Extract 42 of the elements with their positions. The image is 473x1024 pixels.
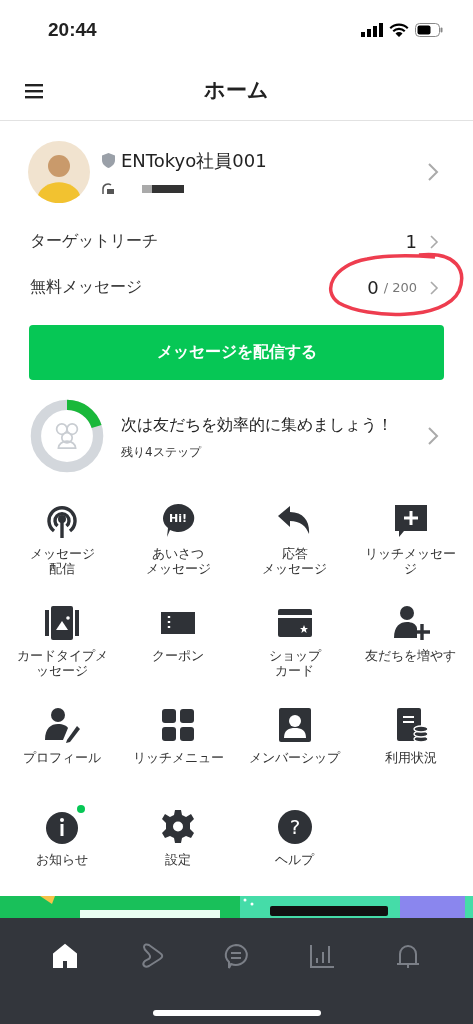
person-edit-icon[interactable]: [43, 706, 82, 744]
card-stack-icon[interactable]: [43, 604, 82, 642]
progress-steps: 残り4ステップ: [121, 443, 407, 461]
stat-value: 0: [367, 277, 379, 299]
menu-label[interactable]: リッチメニュー: [132, 750, 224, 765]
menu-label[interactable]: メッセージ: [262, 561, 328, 576]
id-icon: [102, 182, 116, 195]
menu-label[interactable]: メンバーシップ: [249, 750, 341, 765]
menu-label[interactable]: リッチメッセー: [365, 546, 457, 561]
menu-label[interactable]: 利用状況: [384, 750, 437, 765]
menu-label[interactable]: ッセージ: [36, 663, 89, 678]
stat-limit: / 200: [383, 280, 417, 296]
shield-icon: [102, 153, 115, 169]
menu-label[interactable]: メッセージ: [29, 546, 95, 561]
menu-label[interactable]: 応答: [281, 546, 308, 561]
battery-icon: [415, 23, 443, 38]
menu-label[interactable]: クーポン: [152, 648, 205, 663]
menu-label[interactable]: プロフィール: [23, 750, 102, 765]
menu-label[interactable]: ショップ: [268, 648, 321, 663]
menu-label[interactable]: あいさつ: [152, 546, 205, 561]
help-icon[interactable]: ?: [275, 808, 314, 846]
stat-label: ターゲットリーチ: [30, 231, 158, 253]
progress-title: 次は友だちを効率的に集めましょう！: [121, 413, 394, 436]
menu-label[interactable]: カード: [275, 663, 315, 678]
status-time: 20:44: [48, 19, 97, 42]
menu-label[interactable]: カードタイプメ: [16, 648, 108, 663]
menu-label[interactable]: 設定: [165, 852, 192, 867]
page-title: ホーム: [204, 77, 269, 105]
signal-icon: [361, 23, 383, 38]
menu-icon[interactable]: [25, 82, 43, 99]
menu-label[interactable]: ジ: [404, 561, 418, 576]
stat-label: 無料メッセージ: [30, 277, 142, 299]
menu-label[interactable]: お知らせ: [36, 852, 89, 867]
stat-value: 1: [405, 231, 417, 253]
redacted-id: [142, 184, 184, 193]
add-person-icon[interactable]: [391, 604, 430, 642]
menu-label[interactable]: メッセージ: [145, 561, 211, 576]
menu-label[interactable]: 友だちを増やす: [365, 648, 457, 663]
account-name: ENTokyo社員001: [121, 148, 267, 173]
wifi-icon: [389, 23, 409, 38]
menu-label[interactable]: ヘルプ: [275, 852, 315, 867]
menu-label[interactable]: 配信: [49, 561, 76, 576]
